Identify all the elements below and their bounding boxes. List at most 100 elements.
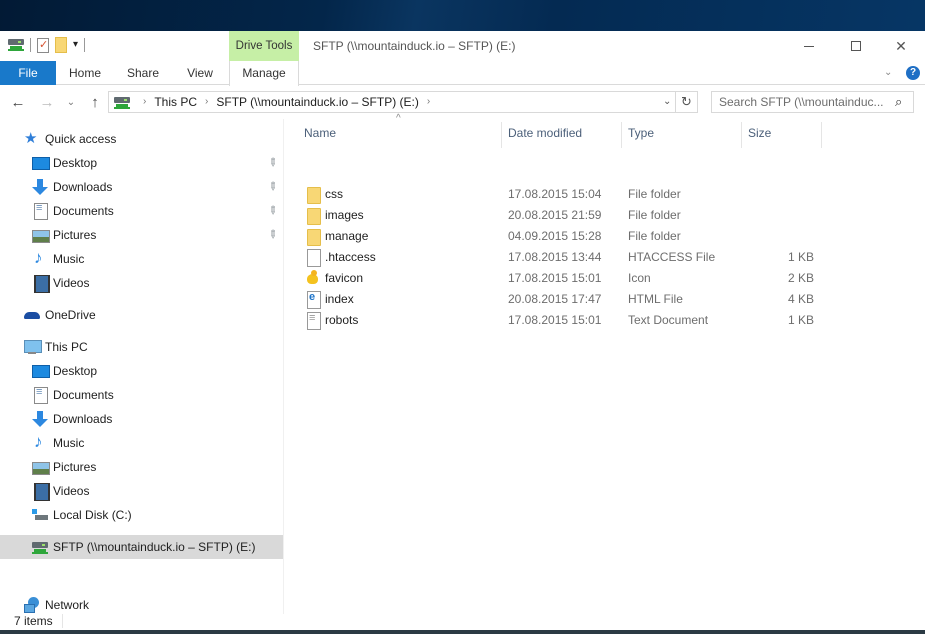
- sidebar-item-label: SFTP (\\mountainduck.io – SFTP) (E:): [53, 540, 256, 554]
- search-input[interactable]: [719, 94, 889, 110]
- minimize-icon: [804, 45, 814, 47]
- file-row-css[interactable]: css 17.08.2015 15:04 File folder: [295, 184, 825, 205]
- expand-ribbon-icon[interactable]: ⌄: [884, 67, 892, 78]
- back-button[interactable]: ←: [8, 93, 28, 113]
- close-button[interactable]: ✕: [878, 31, 924, 61]
- title-bar: ▾ Drive Tools SFTP (\\mountainduck.io – …: [0, 31, 925, 61]
- file-date: 17.08.2015 13:44: [508, 250, 602, 264]
- close-icon: ✕: [895, 37, 907, 54]
- file-type: Text Document: [628, 313, 709, 327]
- sidebar-item-pictures[interactable]: Pictures ✎: [0, 223, 283, 247]
- file-name: manage: [325, 229, 369, 243]
- pin-icon[interactable]: ✎: [265, 155, 281, 170]
- breadcrumb-chevron-icon[interactable]: ›: [427, 92, 430, 112]
- properties-icon[interactable]: [37, 37, 49, 53]
- sidebar-item-documents[interactable]: Documents ✎: [0, 199, 283, 223]
- file-row-images[interactable]: images 20.08.2015 21:59 File folder: [295, 205, 825, 226]
- quick-access-star-icon: [24, 129, 40, 147]
- breadcrumb-chevron-icon[interactable]: ›: [143, 92, 146, 112]
- folder-icon: [305, 207, 321, 225]
- drive-icon[interactable]: [8, 39, 24, 51]
- column-divider[interactable]: [821, 122, 822, 148]
- customize-toolbar-dropdown[interactable]: ▾: [73, 40, 78, 50]
- drive-icon: [114, 97, 130, 109]
- breadcrumb-this-pc[interactable]: This PC: [154, 92, 197, 112]
- sidebar-item-label: Network: [45, 598, 90, 612]
- file-date: 17.08.2015 15:04: [508, 187, 602, 201]
- search-icon[interactable]: ⌕: [895, 94, 902, 110]
- file-name: favicon: [325, 271, 364, 285]
- onedrive-icon: [24, 307, 40, 323]
- forward-button[interactable]: →: [37, 93, 57, 113]
- maximize-icon: [851, 41, 861, 51]
- breadcrumb-chevron-icon[interactable]: ›: [205, 92, 208, 112]
- sidebar-item-local-disk[interactable]: Local Disk (C:): [0, 503, 283, 527]
- item-count: 7 items: [14, 614, 53, 628]
- file-name: index: [325, 292, 354, 306]
- file-row-manage[interactable]: manage 04.09.2015 15:28 File folder: [295, 226, 825, 247]
- search-box[interactable]: ⌕: [711, 91, 914, 113]
- sidebar-item-documents[interactable]: Documents: [0, 383, 283, 407]
- column-divider[interactable]: [621, 122, 622, 148]
- documents-icon: [32, 386, 48, 404]
- tab-manage[interactable]: Manage: [229, 61, 299, 86]
- column-header-size[interactable]: Size: [748, 119, 771, 147]
- column-header-date-modified[interactable]: Date modified: [508, 119, 582, 147]
- recent-locations-button[interactable]: ⌄: [61, 93, 81, 113]
- file-row-robots[interactable]: robots 17.08.2015 15:01 Text Document 1 …: [295, 310, 825, 331]
- sidebar-item-label: This PC: [45, 340, 88, 354]
- navigation-bar: ← → ⌄ ↑ › This PC › SFTP (\\mountainduck…: [0, 89, 925, 117]
- file-explorer-window: ▾ Drive Tools SFTP (\\mountainduck.io – …: [0, 31, 925, 630]
- file-name: .htaccess: [325, 250, 376, 264]
- file-date: 17.08.2015 15:01: [508, 271, 602, 285]
- downloads-icon: [32, 179, 48, 195]
- status-bar: 7 items: [0, 614, 925, 630]
- sort-ascending-icon: ^: [396, 113, 401, 124]
- maximize-button[interactable]: [833, 31, 879, 61]
- sidebar-item-sftp-drive[interactable]: SFTP (\\mountainduck.io – SFTP) (E:): [0, 535, 283, 559]
- file-row-favicon[interactable]: favicon 17.08.2015 15:01 Icon 2 KB: [295, 268, 825, 289]
- text-document-icon: [305, 312, 321, 330]
- refresh-button[interactable]: ↻: [676, 91, 698, 113]
- breadcrumb-sftp-drive[interactable]: SFTP (\\mountainduck.io – SFTP) (E:): [216, 92, 419, 112]
- sidebar-item-downloads[interactable]: Downloads: [0, 407, 283, 431]
- sidebar-item-music[interactable]: Music: [0, 431, 283, 455]
- column-divider[interactable]: [741, 122, 742, 148]
- sidebar-item-label: Documents: [53, 204, 114, 218]
- file-row-htaccess[interactable]: .htaccess 17.08.2015 13:44 HTACCESS File…: [295, 247, 825, 268]
- sidebar-item-this-pc[interactable]: This PC: [0, 335, 283, 359]
- sidebar-item-videos[interactable]: Videos: [0, 479, 283, 503]
- tab-share[interactable]: Share: [114, 61, 172, 85]
- pin-icon[interactable]: ✎: [265, 227, 281, 242]
- minimize-button[interactable]: [786, 31, 832, 61]
- sidebar-item-desktop[interactable]: Desktop: [0, 359, 283, 383]
- address-dropdown-icon[interactable]: ⌄: [663, 92, 677, 112]
- file-size: 4 KB: [787, 292, 814, 306]
- folder-icon: [305, 228, 321, 246]
- sidebar-item-music[interactable]: Music: [0, 247, 283, 271]
- column-header-type[interactable]: Type: [628, 119, 654, 147]
- file-row-index[interactable]: index 20.08.2015 17:47 HTML File 4 KB: [295, 289, 825, 310]
- column-header-name[interactable]: Name: [304, 119, 336, 147]
- sftp-drive-icon: [32, 539, 48, 555]
- pin-icon[interactable]: ✎: [265, 179, 281, 194]
- file-type: Icon: [628, 271, 651, 285]
- this-pc-icon: [24, 339, 42, 355]
- tab-home[interactable]: Home: [56, 61, 114, 85]
- tab-file[interactable]: File: [0, 61, 56, 85]
- column-divider[interactable]: [501, 122, 502, 148]
- sidebar-item-quick-access[interactable]: Quick access: [0, 127, 283, 151]
- sidebar-item-downloads[interactable]: Downloads ✎: [0, 175, 283, 199]
- sidebar-item-desktop[interactable]: Desktop ✎: [0, 151, 283, 175]
- address-bar[interactable]: › This PC › SFTP (\\mountainduck.io – SF…: [108, 91, 676, 113]
- up-button[interactable]: ↑: [85, 93, 105, 113]
- sidebar-item-pictures[interactable]: Pictures: [0, 455, 283, 479]
- pin-icon[interactable]: ✎: [265, 203, 281, 218]
- help-icon[interactable]: ?: [906, 66, 920, 80]
- file-date: 17.08.2015 15:01: [508, 313, 602, 327]
- sidebar-item-label: Videos: [53, 276, 90, 290]
- sidebar-item-videos[interactable]: Videos: [0, 271, 283, 295]
- tab-view[interactable]: View: [172, 61, 228, 85]
- new-folder-icon[interactable]: [55, 37, 67, 53]
- sidebar-item-onedrive[interactable]: OneDrive: [0, 303, 283, 327]
